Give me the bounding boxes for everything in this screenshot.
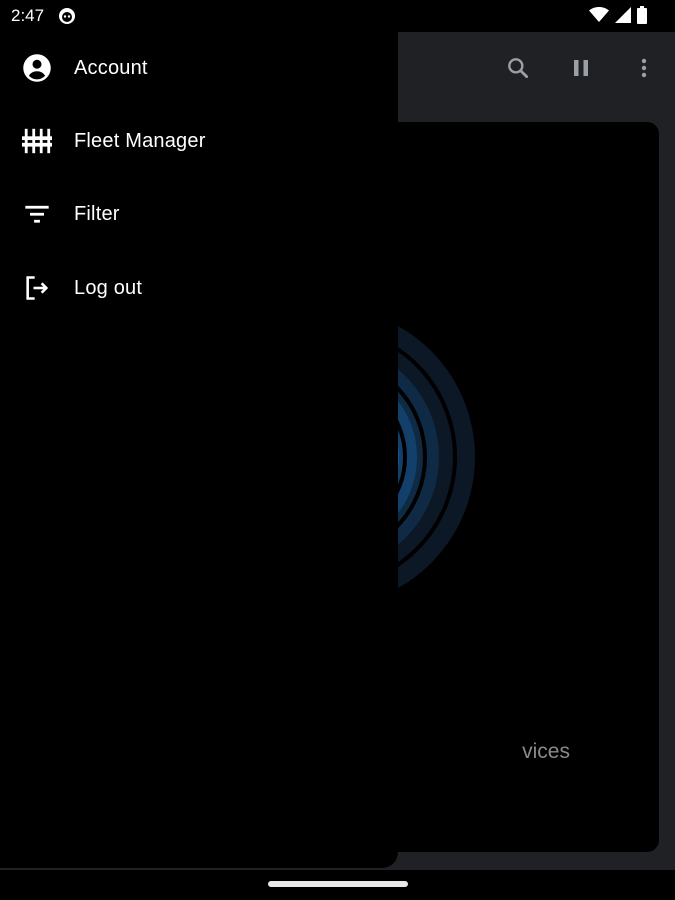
drawer-item-label: Fleet Manager <box>74 129 206 152</box>
notification-icon <box>58 7 76 30</box>
drawer-item-label: Filter <box>74 202 120 225</box>
cell-signal-icon <box>615 7 631 28</box>
filter-icon <box>22 199 52 229</box>
status-icons <box>589 6 647 29</box>
wifi-icon <box>589 7 609 28</box>
screen: vices Account Fleet Manager Filter Log o… <box>0 0 675 900</box>
battery-icon <box>637 6 647 29</box>
search-icon[interactable] <box>504 54 532 82</box>
drawer-item-label: Log out <box>74 276 143 299</box>
logout-icon <box>22 273 52 303</box>
drawer-item-fleet-manager[interactable]: Fleet Manager <box>0 113 398 169</box>
status-time: 2:47 <box>11 6 45 25</box>
drawer-item-filter[interactable]: Filter <box>0 186 398 242</box>
navigation-drawer: Account Fleet Manager Filter Log out <box>0 0 398 868</box>
drawer-item-account[interactable]: Account <box>0 40 398 96</box>
drawer-item-log-out[interactable]: Log out <box>0 260 398 316</box>
pause-icon[interactable] <box>567 54 595 82</box>
drawer-item-label: Account <box>74 56 148 79</box>
more-vert-icon[interactable] <box>630 54 658 82</box>
status-bar: 2:47 <box>0 0 675 32</box>
gesture-navigation-handle[interactable] <box>268 881 408 887</box>
account-circle-icon <box>22 53 52 83</box>
fleet-manager-icon <box>22 126 52 156</box>
